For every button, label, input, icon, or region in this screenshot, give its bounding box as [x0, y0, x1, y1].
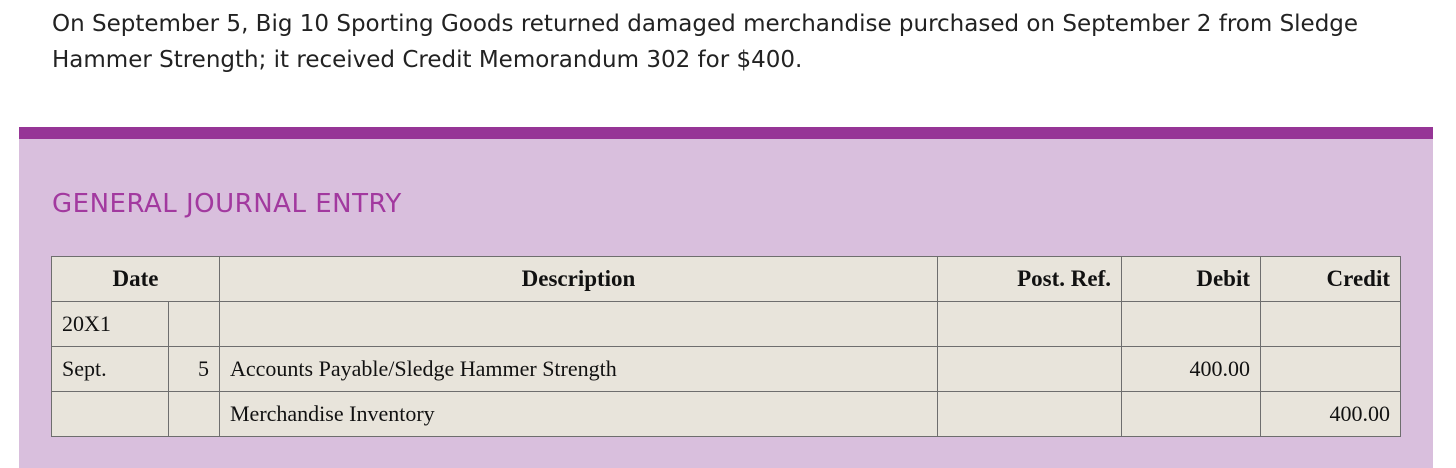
- journal-row: 20X1: [51, 301, 1401, 347]
- cell-day: 5: [168, 346, 220, 392]
- header-credit: Credit: [1260, 256, 1401, 302]
- cell-day: [168, 391, 220, 437]
- cell-day: [168, 301, 220, 347]
- cell-post-ref: [937, 346, 1122, 392]
- header-post-ref: Post. Ref.: [937, 256, 1122, 302]
- cell-month: 20X1: [51, 301, 169, 347]
- cell-description: Merchandise Inventory: [219, 391, 938, 437]
- cell-credit: [1260, 301, 1401, 347]
- cell-description: Accounts Payable/Sledge Hammer Strength: [219, 346, 938, 392]
- cell-post-ref: [937, 391, 1122, 437]
- cell-debit: 400.00: [1121, 346, 1261, 392]
- journal-panel: GENERAL JOURNAL ENTRY Date Description P…: [19, 127, 1433, 468]
- problem-statement: On September 5, Big 10 Sporting Goods re…: [52, 11, 1359, 73]
- cell-month: Sept.: [51, 346, 169, 392]
- cell-month: [51, 391, 169, 437]
- journal-row: Merchandise Inventory 400.00: [51, 391, 1401, 437]
- journal-table: Date Description Post. Ref. Debit Credit…: [51, 256, 1401, 437]
- header-date: Date: [51, 256, 220, 302]
- header-description: Description: [219, 256, 938, 302]
- header-debit: Debit: [1121, 256, 1261, 302]
- cell-post-ref: [937, 301, 1122, 347]
- cell-credit: [1260, 346, 1401, 392]
- cell-debit: [1121, 391, 1261, 437]
- cell-debit: [1121, 301, 1261, 347]
- cell-description: [219, 301, 938, 347]
- section-title: GENERAL JOURNAL ENTRY: [52, 189, 402, 219]
- panel-accent-bar: [19, 127, 1433, 139]
- journal-row: Sept. 5 Accounts Payable/Sledge Hammer S…: [51, 346, 1401, 392]
- journal-header-row: Date Description Post. Ref. Debit Credit: [51, 256, 1401, 302]
- cell-credit: 400.00: [1260, 391, 1401, 437]
